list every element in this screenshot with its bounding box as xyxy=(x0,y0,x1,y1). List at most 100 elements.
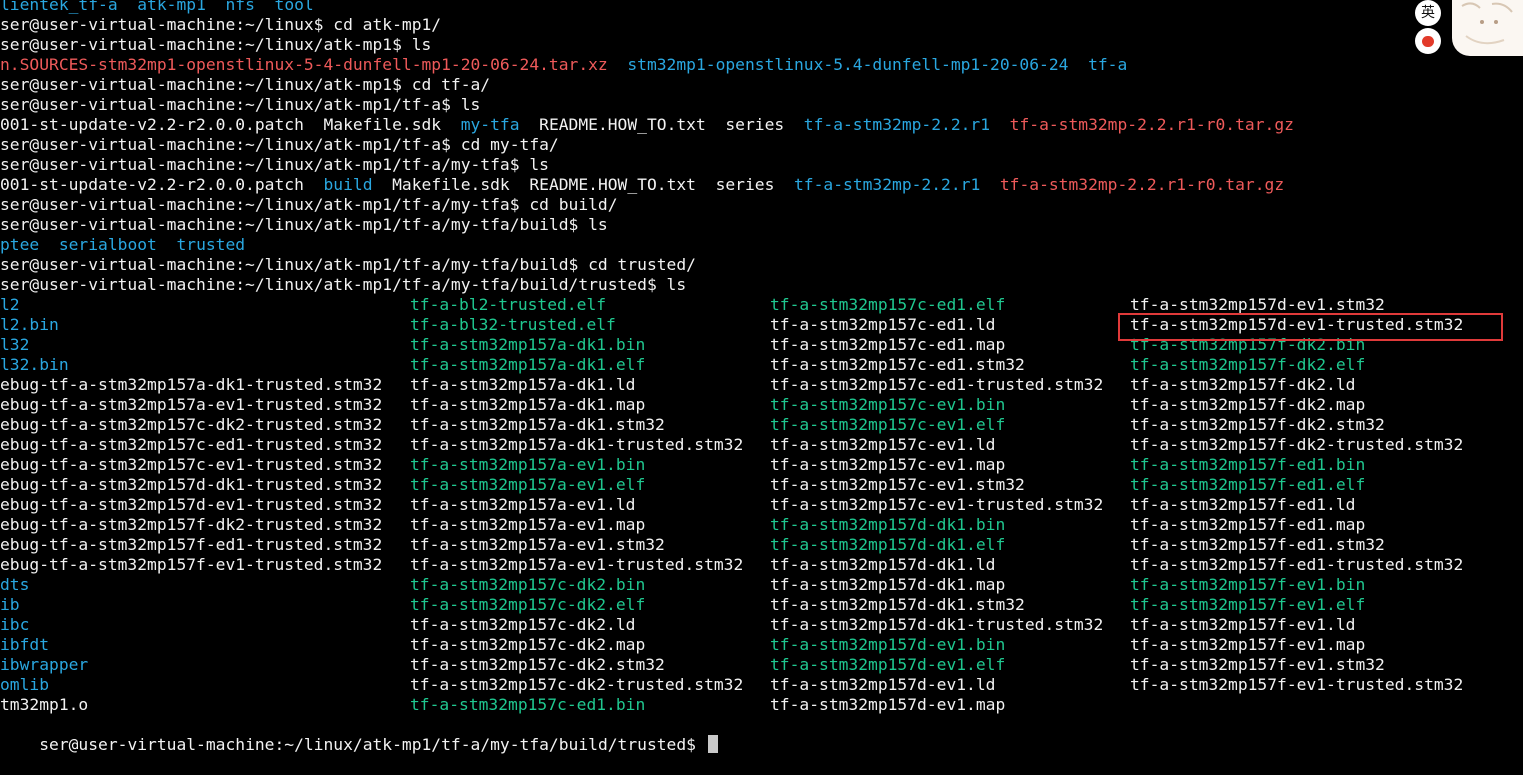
file-entry-dir: trusted xyxy=(176,235,246,254)
file-entry: ebug-tf-a-stm32mp157a-ev1-trusted.stm32 xyxy=(0,395,383,414)
file-entry: tf-a-bl2-trusted.elf xyxy=(410,295,607,314)
file-entry: tf-a-stm32mp157a-dk1.bin xyxy=(410,335,646,354)
ime-toolbar: 英 xyxy=(1410,0,1523,58)
file-entry-arch: n.SOURCES-stm32mp1-openstlinux-5-4-dunfe… xyxy=(0,55,608,74)
file-entry: tf-a-stm32mp157d-ev1.ld xyxy=(770,675,996,694)
file-entry: tf-a-stm32mp157c-ed1.map xyxy=(770,335,1006,354)
file-entry: ebug-tf-a-stm32mp157d-dk1-trusted.stm32 xyxy=(0,475,383,494)
file-entry: ebug-tf-a-stm32mp157f-dk2-trusted.stm32 xyxy=(0,515,383,534)
file-entry: ebug-tf-a-stm32mp157c-dk2-trusted.stm32 xyxy=(0,415,383,434)
terminal-line: lientek_tf-a atk-mp1 nfs tool xyxy=(0,0,1523,15)
file-entry: tf-a-stm32mp157f-ev1.ld xyxy=(1130,615,1356,634)
terminal-line: ser@user-virtual-machine:~/linux/atk-mp1… xyxy=(0,35,1523,55)
terminal-output[interactable]: lientek_tf-a atk-mp1 nfs tool ser@user-vi… xyxy=(0,0,1523,754)
listing-row: ebug-tf-a-stm32mp157a-ev1-trusted.stm32 t… xyxy=(0,395,1523,415)
terminal-text: Makefile.sdk README.HOW_TO.txt series xyxy=(372,175,794,194)
mascot-icon xyxy=(1452,0,1523,56)
terminal-line: ser@user-virtual-machine:~/linux/atk-mp1… xyxy=(0,155,1523,175)
language-toggle-button[interactable]: 英 xyxy=(1415,0,1441,26)
file-entry: tf-a-stm32mp157d-ev1.map xyxy=(770,695,1006,714)
listing-row: ib tf-a-stm32mp157c-dk2.elf tf-a-stm32mp15… xyxy=(0,595,1523,615)
file-entry: tf-a-stm32mp157a-dk1-trusted.stm32 xyxy=(410,435,744,454)
terminal-text: ser@user-virtual-machine:~/linux/atk-mp1… xyxy=(0,275,687,294)
file-entry: tf-a-stm32mp157f-ev1.stm32 xyxy=(1130,655,1385,674)
file-entry: omlib xyxy=(0,675,50,694)
file-entry: tf-a-stm32mp157f-ed1-trusted.stm32 xyxy=(1130,555,1464,574)
file-entry: tf-a-stm32mp157c-ev1.map xyxy=(770,455,1006,474)
file-entry-dir: atk-mp1 xyxy=(137,0,206,14)
terminal-text: ser@user-virtual-machine:~/linux/atk-mp1… xyxy=(0,195,618,214)
file-entry: tf-a-stm32mp157d-dk1.elf xyxy=(770,535,1006,554)
terminal-line: 001-st-update-v2.2-r2.0.0.patch build Ma… xyxy=(0,175,1523,195)
file-entry: tf-a-stm32mp157a-dk1.stm32 xyxy=(410,415,665,434)
terminal-line: n.SOURCES-stm32mp1-openstlinux-5-4-dunfe… xyxy=(0,55,1523,75)
listing-row: tm32mp1.o tf-a-stm32mp157c-ed1.bin tf-a-st… xyxy=(0,695,1523,715)
terminal-text: ser@user-virtual-machine:~/linux/atk-mp1… xyxy=(0,35,432,54)
file-entry: ibc xyxy=(0,615,30,634)
file-entry: tf-a-stm32mp157f-dk2-trusted.stm32 xyxy=(1130,435,1464,454)
file-entry-dir: build xyxy=(323,175,373,194)
file-entry: tf-a-stm32mp157d-dk1.map xyxy=(770,575,1006,594)
file-entry: tf-a-stm32mp157c-ed1.bin xyxy=(410,695,646,714)
terminal-text: ser@user-virtual-machine:~/linux/atk-mp1… xyxy=(0,95,481,114)
terminal-text: ser@user-virtual-machine:~/linux/atk-mp1… xyxy=(0,135,559,154)
language-toggle-icon: 英 xyxy=(1421,5,1435,21)
file-entry: tf-a-stm32mp157c-ev1.stm32 xyxy=(770,475,1025,494)
file-entry-arch: tf-a-stm32mp-2.2.r1-r0.tar.gz xyxy=(1009,115,1294,134)
file-entry: tf-a-stm32mp157a-dk1.elf xyxy=(410,355,646,374)
skin-button[interactable] xyxy=(1415,28,1441,54)
terminal-line: 001-st-update-v2.2-r2.0.0.patch Makefile… xyxy=(0,115,1523,135)
file-entry: tf-a-stm32mp157f-ev1.elf xyxy=(1130,595,1366,614)
terminal-line: ser@user-virtual-machine:~/linux/atk-mp1… xyxy=(0,135,1523,155)
file-entry: ebug-tf-a-stm32mp157d-ev1-trusted.stm32 xyxy=(0,495,383,514)
file-entry: ebug-tf-a-stm32mp157c-ev1-trusted.stm32 xyxy=(0,455,383,474)
terminal-text: ser@user-virtual-machine:~/linux/atk-mp1… xyxy=(0,255,696,274)
file-entry: tf-a-stm32mp157c-ev1-trusted.stm32 xyxy=(770,495,1104,514)
file-entry: tm32mp1.o xyxy=(0,695,89,714)
listing-row: l2 tf-a-bl2-trusted.elf tf-a-stm32mp157c-e… xyxy=(0,295,1523,315)
prompt-line[interactable]: ser@user-virtual-machine:~/linux/atk-mp1… xyxy=(0,715,1523,754)
file-entry: tf-a-stm32mp157c-ev1.elf xyxy=(770,415,1006,434)
file-entry: ib xyxy=(0,595,20,614)
file-entry-dir: nfs xyxy=(225,0,255,14)
file-entry-dir: tf-a xyxy=(1088,55,1128,74)
file-entry: tf-a-stm32mp157c-dk2.map xyxy=(410,635,646,654)
file-entry: tf-a-stm32mp157a-ev1.map xyxy=(410,515,646,534)
listing-row: ebug-tf-a-stm32mp157f-ev1-trusted.stm32 t… xyxy=(0,555,1523,575)
file-entry: tf-a-stm32mp157c-ed1-trusted.stm32 xyxy=(770,375,1104,394)
terminal-line: ser@user-virtual-machine:~/linux/atk-mp1… xyxy=(0,75,1523,95)
file-entry: tf-a-stm32mp157d-dk1.stm32 xyxy=(770,595,1025,614)
file-entry: tf-a-stm32mp157a-dk1.map xyxy=(410,395,646,414)
file-entry: tf-a-stm32mp157c-dk2.elf xyxy=(410,595,646,614)
file-entry: tf-a-stm32mp157d-ev1.bin xyxy=(770,635,1006,654)
listing-row: ebug-tf-a-stm32mp157d-ev1-trusted.stm32 t… xyxy=(0,495,1523,515)
file-entry: tf-a-stm32mp157f-ed1.bin xyxy=(1130,455,1366,474)
file-entry: tf-a-stm32mp157c-dk2-trusted.stm32 xyxy=(410,675,744,694)
file-entry: l2 xyxy=(0,295,20,314)
file-entry: tf-a-stm32mp157d-dk1.ld xyxy=(770,555,996,574)
file-entry: ibfdt xyxy=(0,635,50,654)
terminal-text: 001-st-update-v2.2-r2.0.0.patch xyxy=(0,175,324,194)
listing-row: ibwrapper tf-a-stm32mp157c-dk2.stm32 tf-a-… xyxy=(0,655,1523,675)
file-entry: tf-a-stm32mp157a-ev1.ld xyxy=(410,495,636,514)
file-entry: tf-a-bl32-trusted.elf xyxy=(410,315,616,334)
listing-row: ebug-tf-a-stm32mp157a-dk1-trusted.stm32 t… xyxy=(0,375,1523,395)
file-entry: tf-a-stm32mp157c-ed1.ld xyxy=(770,315,996,334)
file-entry: l2.bin xyxy=(0,315,59,334)
listing-row: omlib tf-a-stm32mp157c-dk2-trusted.stm32 t… xyxy=(0,675,1523,695)
terminal-line: ser@user-virtual-machine:~/linux/atk-mp1… xyxy=(0,195,1523,215)
file-entry: tf-a-stm32mp157c-ev1.ld xyxy=(770,435,996,454)
file-entry-arch: tf-a-stm32mp-2.2.r1-r0.tar.gz xyxy=(999,175,1285,194)
listing-row: ebug-tf-a-stm32mp157f-dk2-trusted.stm32 t… xyxy=(0,515,1523,535)
command-history: lientek_tf-a atk-mp1 nfs tool ser@user-vi… xyxy=(0,0,1523,295)
file-entry: tf-a-stm32mp157d-ev1.elf xyxy=(770,655,1006,674)
file-entry: tf-a-stm32mp157c-dk2.ld xyxy=(410,615,636,634)
file-entry: ebug-tf-a-stm32mp157f-ed1-trusted.stm32 xyxy=(0,535,383,554)
